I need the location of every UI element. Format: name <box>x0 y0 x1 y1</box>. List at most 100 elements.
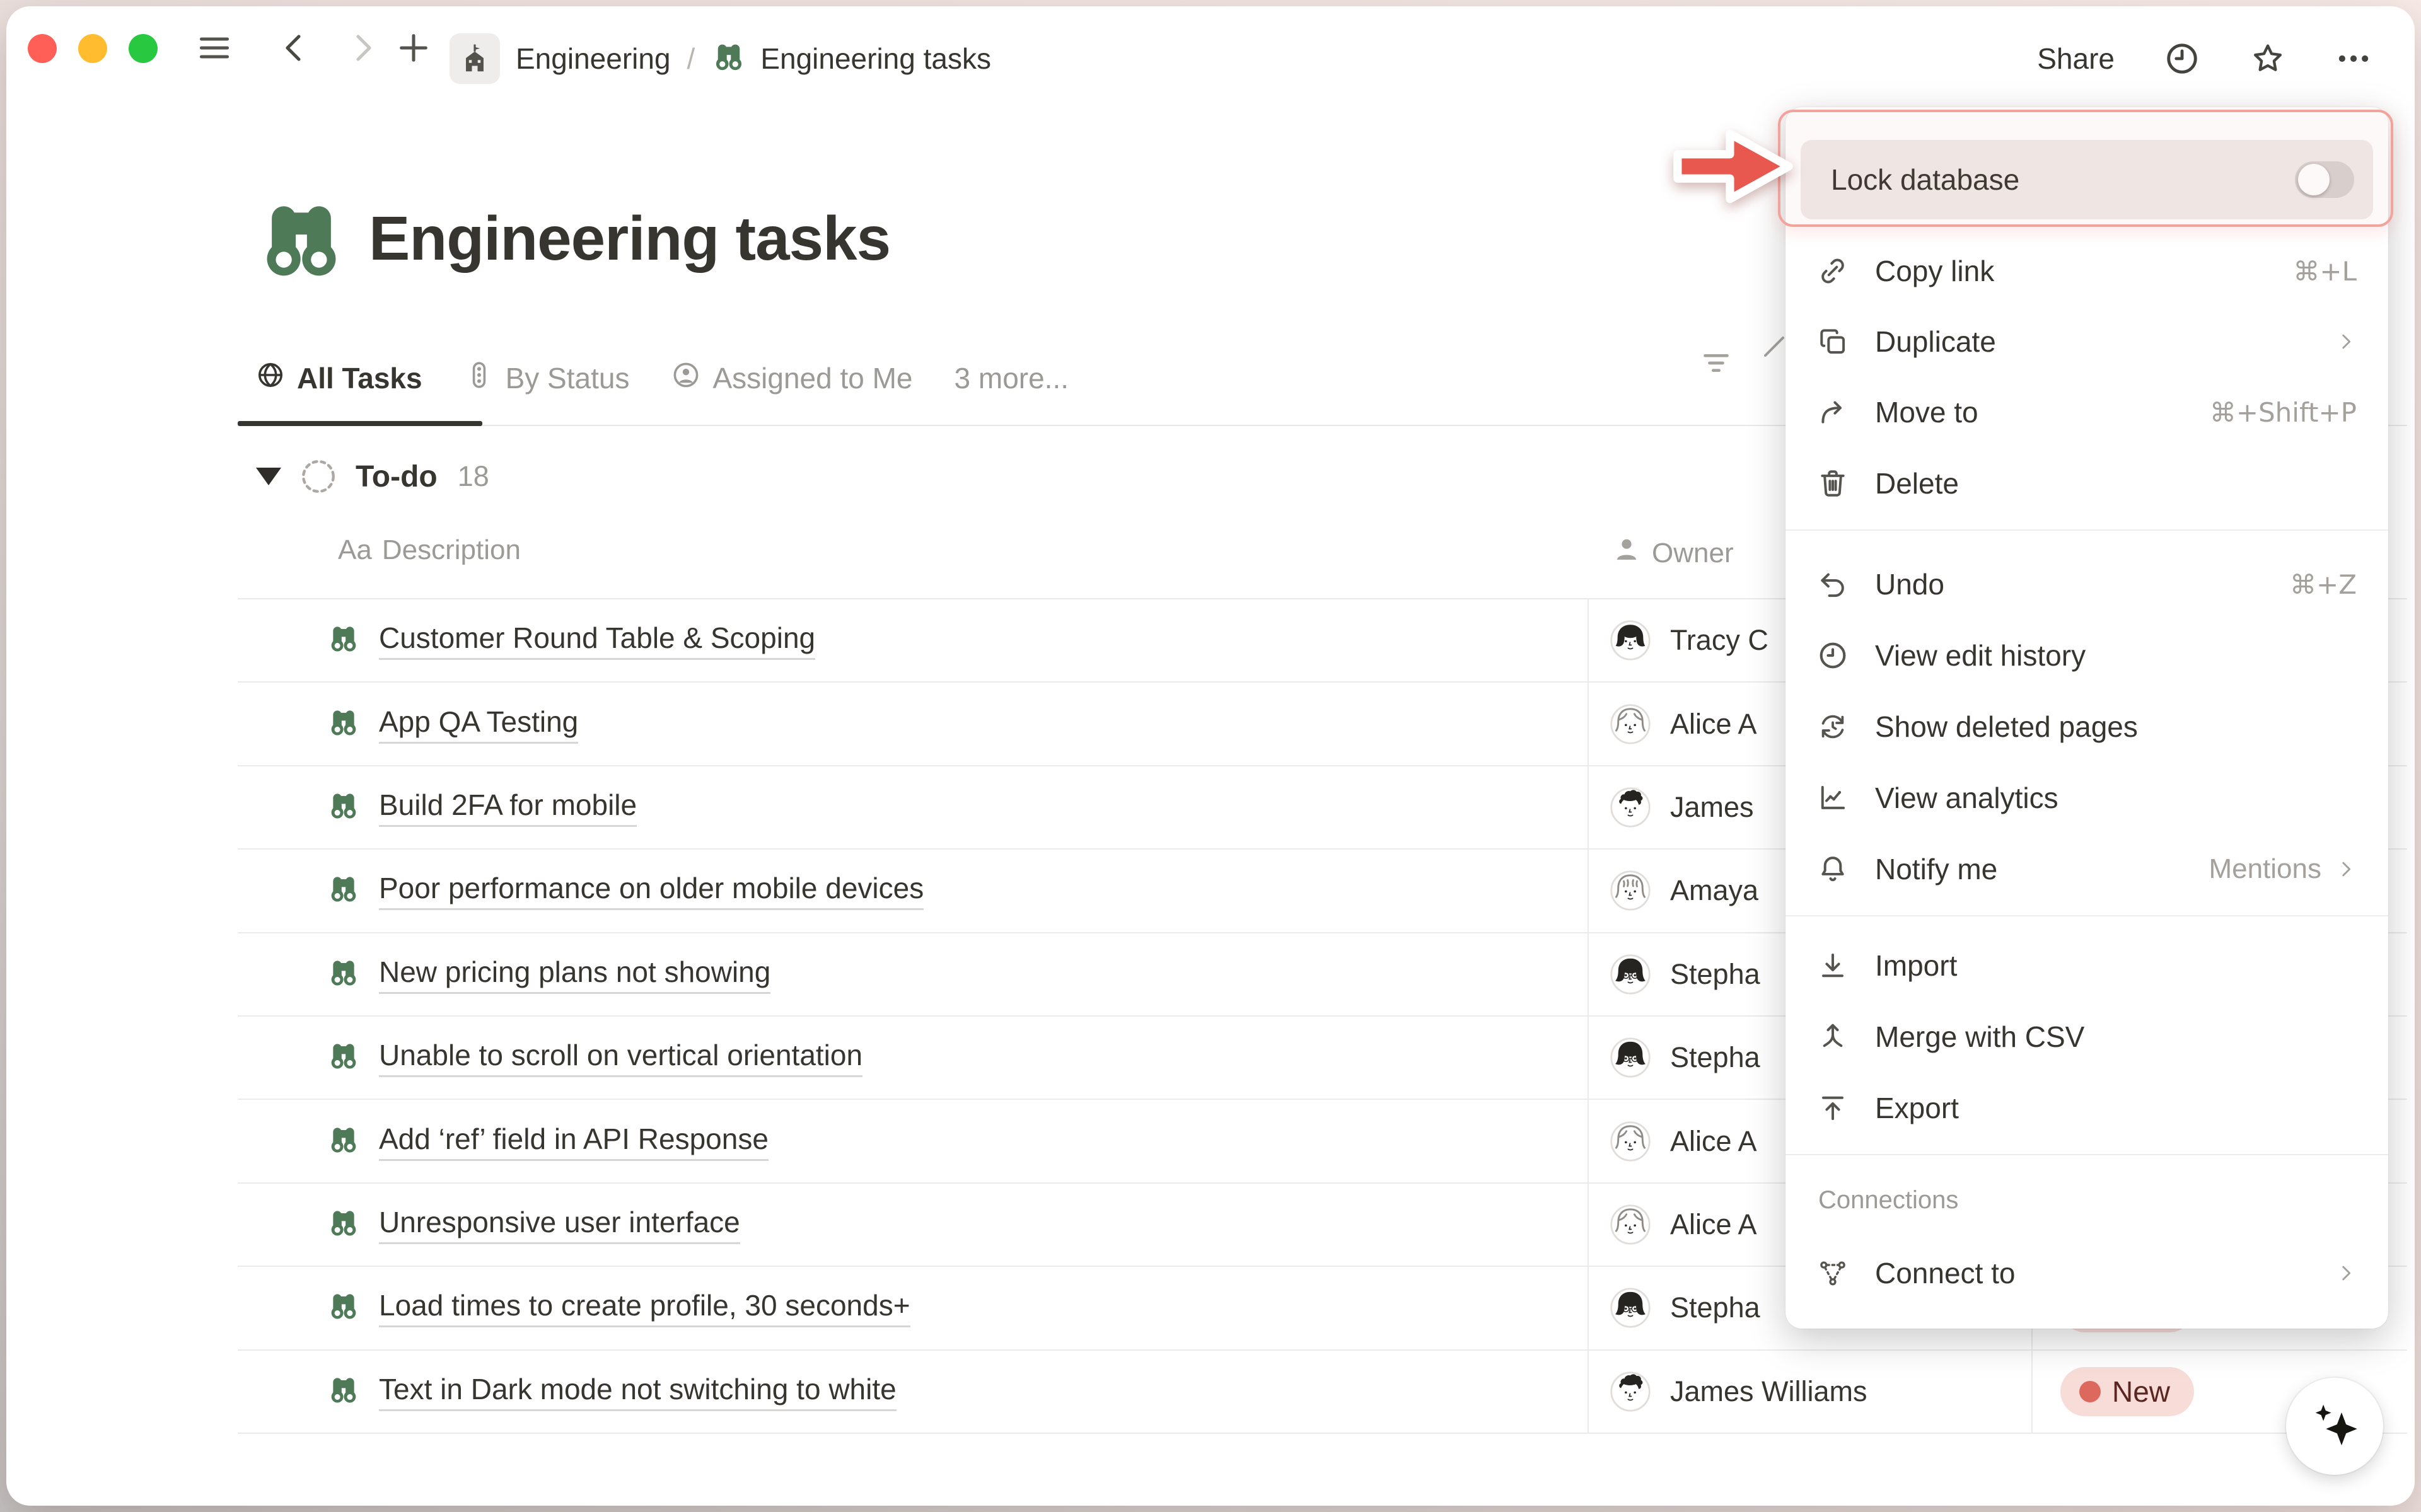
menu-item-notify-me[interactable]: Notify me Mentions <box>1801 834 2373 904</box>
task-title[interactable]: Poor performance on older mobile devices <box>379 871 924 910</box>
menu-item-shortcut: ⌘+Shift+P <box>2210 397 2357 428</box>
breadcrumb: Engineering / Engineering tasks <box>516 0 991 117</box>
group-name[interactable]: To-do <box>356 459 438 494</box>
owner-avatar <box>1610 620 1651 661</box>
menu-item-view-edit-history[interactable]: View edit history <box>1801 620 2373 691</box>
menu-item-lock-database[interactable]: Lock database <box>1801 140 2373 219</box>
menu-item-shortcut: ⌘+Z <box>2290 569 2357 600</box>
page-binoculars-icon[interactable] <box>253 197 349 292</box>
owner-avatar <box>1610 1037 1651 1078</box>
owner-name: Alice A <box>1670 1208 1757 1241</box>
owner-name: Stepha <box>1670 1291 1760 1324</box>
menu-item-merge-with-csv[interactable]: Merge with CSV <box>1801 1001 2373 1072</box>
export-icon <box>1817 1092 1849 1124</box>
zoom-window-button[interactable] <box>129 34 158 63</box>
more-options-icon[interactable] <box>2335 40 2372 77</box>
task-title[interactable]: Add ‘ref’ field in API Response <box>379 1122 769 1161</box>
column-header-owner[interactable]: Owner <box>1611 534 1734 572</box>
collapse-triangle-icon[interactable] <box>256 468 281 485</box>
task-title[interactable]: Text in Dark mode not switching to white <box>379 1372 897 1411</box>
tab-by-status[interactable]: By Status <box>464 360 630 397</box>
binoculars-icon <box>711 41 746 76</box>
task-title[interactable]: Customer Round Table & Scoping <box>379 621 815 660</box>
menu-item-export[interactable]: Export <box>1801 1073 2373 1143</box>
table-row[interactable]: Text in Dark mode not switching to white… <box>238 1351 2407 1434</box>
owner-avatar <box>1610 954 1651 995</box>
breadcrumb-page[interactable]: Engineering tasks <box>760 42 991 76</box>
task-title[interactable]: New pricing plans not showing <box>379 955 770 994</box>
menu-item-duplicate[interactable]: Duplicate <box>1801 306 2373 377</box>
task-title[interactable]: Unable to scroll on vertical orientation <box>379 1038 862 1077</box>
minimize-window-button[interactable] <box>78 34 107 63</box>
toggle-knob <box>2298 164 2330 195</box>
binoculars-icon <box>327 1041 361 1075</box>
menu-item-import[interactable]: Import <box>1801 930 2373 1001</box>
owner-avatar <box>1610 703 1651 745</box>
menu-section-connections: Connections <box>1818 1186 1958 1215</box>
tab-label: Assigned to Me <box>712 361 912 395</box>
task-title[interactable]: Unresponsive user interface <box>379 1205 740 1244</box>
breadcrumb-separator: / <box>687 42 695 76</box>
edit-history-icon <box>1817 640 1849 671</box>
owner-avatar <box>1610 1121 1651 1162</box>
owner-name: Amaya <box>1670 874 1758 907</box>
binoculars-icon <box>327 1291 361 1325</box>
menu-item-copy-link[interactable]: Copy link⌘+L <box>1801 236 2373 306</box>
tab-3-more[interactable]: 3 more... <box>955 361 1069 395</box>
breadcrumb-team[interactable]: Engineering <box>516 42 671 76</box>
tab-label: All Tasks <box>297 361 422 395</box>
tab-all-tasks[interactable]: All Tasks <box>255 360 422 397</box>
menu-item-label: Import <box>1875 949 1957 983</box>
lock-database-toggle[interactable] <box>2295 161 2354 198</box>
owner-name: Stepha <box>1670 958 1760 991</box>
menu-item-label: Notify me <box>1875 852 1997 886</box>
owner-name: James <box>1670 791 1754 824</box>
owner-avatar <box>1610 1287 1651 1329</box>
ai-sparkle-button[interactable] <box>2286 1378 2383 1475</box>
move-to-icon <box>1817 396 1849 428</box>
close-window-button[interactable] <box>28 34 57 63</box>
filter-icon[interactable] <box>1698 345 1734 381</box>
chevron-right-icon <box>2335 858 2357 880</box>
group-count: 18 <box>458 460 489 493</box>
sidebar-toggle-icon[interactable] <box>195 29 233 67</box>
page-title: Engineering tasks <box>369 203 890 274</box>
chevron-right-icon <box>2335 1262 2357 1284</box>
new-page-icon[interactable] <box>395 29 433 67</box>
menu-item-view-analytics[interactable]: View analytics <box>1801 763 2373 833</box>
share-button[interactable]: Share <box>2037 42 2115 76</box>
owner-avatar <box>1610 1204 1651 1245</box>
menu-item-label: Export <box>1875 1091 1959 1125</box>
task-title[interactable]: Build 2FA for mobile <box>379 788 637 827</box>
menu-item-undo[interactable]: Undo⌘+Z <box>1801 549 2373 620</box>
task-title[interactable]: Load times to create profile, 30 seconds… <box>379 1288 910 1327</box>
menu-divider <box>1785 1154 2388 1155</box>
binoculars-icon <box>327 1124 361 1158</box>
menu-item-connect-to[interactable]: Connect to <box>1801 1238 2373 1308</box>
menu-item-show-deleted-pages[interactable]: Show deleted pages <box>1801 691 2373 762</box>
status-badge: New <box>2060 1367 2194 1416</box>
binoculars-icon <box>327 957 361 991</box>
tab-assigned-to-me[interactable]: Assigned to Me <box>671 360 912 397</box>
menu-item-move-to[interactable]: Move to⌘+Shift+P <box>1801 377 2373 447</box>
owner-avatar <box>1610 787 1651 828</box>
teamspace-building-icon[interactable] <box>450 33 500 84</box>
status-label: New <box>2112 1375 2170 1409</box>
chevron-right-icon <box>2335 331 2357 352</box>
tab-label: By Status <box>506 361 630 395</box>
column-header-description[interactable]: Aa Description <box>338 534 521 566</box>
menu-item-delete[interactable]: Delete <box>1801 448 2373 519</box>
sparkle-icon <box>2307 1399 2362 1454</box>
updates-clock-icon[interactable] <box>2164 40 2200 77</box>
back-icon[interactable] <box>276 29 314 67</box>
favorite-star-icon[interactable] <box>2250 40 2286 77</box>
menu-item-label: View edit history <box>1875 638 2086 672</box>
menu-item-trailing: Mentions <box>2209 853 2321 885</box>
import-icon <box>1817 950 1849 981</box>
forward-icon[interactable] <box>343 29 381 67</box>
delete-icon <box>1817 468 1849 499</box>
task-title[interactable]: App QA Testing <box>379 705 578 744</box>
binoculars-icon <box>327 874 361 908</box>
globe-icon <box>255 360 286 397</box>
owner-avatar <box>1610 870 1651 911</box>
